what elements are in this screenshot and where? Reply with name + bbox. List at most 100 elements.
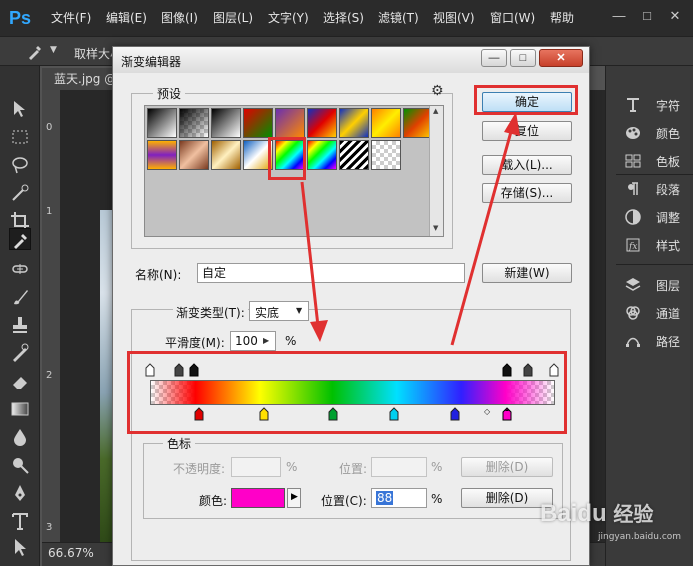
panel-styles[interactable]: fx 样式 (624, 234, 693, 256)
menu-window[interactable]: 窗口(W) (490, 10, 535, 26)
panel-paths-label: 路径 (656, 335, 681, 349)
panel-channels[interactable]: 通道 (624, 302, 693, 324)
gradient-tool-icon[interactable] (9, 398, 31, 420)
panel-color[interactable]: 颜色 (624, 122, 693, 144)
preset-swatch[interactable] (211, 140, 241, 170)
load-button[interactable]: 载入(L)... (482, 155, 572, 175)
move-tool-icon[interactable] (9, 98, 31, 120)
panel-character[interactable]: 字符 (624, 94, 693, 116)
quick-selection-tool-icon[interactable] (9, 182, 31, 204)
menu-layer[interactable]: 图层(L) (213, 10, 253, 26)
panel-layers[interactable]: 图层 (624, 274, 693, 296)
highlight-ok-button (474, 85, 578, 115)
reset-button[interactable]: 复位 (482, 121, 572, 141)
opacity-location-label: 位置: (339, 462, 368, 476)
opacity-delete-button[interactable]: 删除(D) (461, 457, 553, 477)
dialog-close-button[interactable]: ✕ (539, 49, 583, 67)
preset-swatch-selected[interactable] (307, 140, 337, 170)
tool-preset-chevron-icon[interactable]: ▼ (50, 45, 57, 55)
preset-swatch[interactable] (307, 108, 337, 138)
watermark-url: jingyan.baidu.com (598, 532, 682, 542)
color-location-input[interactable]: 88 (371, 488, 427, 508)
menu-select[interactable]: 选择(S) (323, 10, 364, 26)
preset-swatch[interactable] (179, 108, 209, 138)
smoothness-stepper-icon[interactable]: ▶ (263, 336, 269, 345)
preset-swatch[interactable] (275, 108, 305, 138)
menu-help[interactable]: 帮助 (550, 10, 574, 26)
app-close-button[interactable]: ✕ (666, 6, 684, 26)
color-menu-button[interactable]: ▶ (287, 488, 301, 508)
new-button[interactable]: 新建(W) (482, 263, 572, 283)
adjustment-icon (624, 208, 642, 226)
menu-file[interactable]: 文件(F) (51, 10, 91, 26)
scroll-down-icon[interactable]: ▼ (433, 224, 438, 232)
eyedropper-tool-icon[interactable] (9, 228, 31, 250)
stops-group-label: 色标 (163, 435, 196, 452)
color-swatch[interactable] (231, 488, 285, 508)
vertical-ruler: 0 1 2 3 (42, 90, 60, 542)
preset-swatch[interactable] (211, 108, 241, 138)
panel-channels-label: 通道 (656, 307, 681, 321)
tools-panel (0, 66, 40, 566)
smoothness-label: 平滑度(M): (165, 336, 225, 350)
zoom-level[interactable]: 66.67% (48, 546, 94, 560)
app-restore-button[interactable]: □ (638, 6, 656, 26)
panel-adjustments[interactable]: 调整 (624, 206, 693, 228)
preset-swatch[interactable] (147, 108, 177, 138)
history-brush-tool-icon[interactable] (9, 342, 31, 364)
opacity-location-input[interactable] (371, 457, 427, 477)
dialog-restore-button[interactable]: □ (510, 49, 536, 67)
color-label: 颜色: (199, 494, 228, 508)
preset-swatch[interactable] (243, 108, 273, 138)
preset-swatch[interactable] (339, 108, 369, 138)
healing-brush-tool-icon[interactable] (9, 258, 31, 280)
panel-character-label: 字符 (656, 99, 681, 113)
panel-paragraph[interactable]: 段落 (624, 178, 693, 200)
photoshop-logo: Ps (8, 8, 32, 28)
preset-swatch[interactable] (179, 140, 209, 170)
blur-tool-icon[interactable] (9, 426, 31, 448)
paths-icon (624, 332, 642, 350)
scroll-up-icon[interactable]: ▲ (433, 107, 438, 115)
dialog-minimize-button[interactable]: — (481, 49, 507, 67)
type-tool-icon[interactable] (9, 510, 31, 532)
menu-edit[interactable]: 编辑(E) (106, 10, 147, 26)
lasso-tool-icon[interactable] (9, 154, 31, 176)
panel-paragraph-label: 段落 (656, 183, 681, 197)
pen-tool-icon[interactable] (9, 482, 31, 504)
character-icon (624, 96, 642, 114)
preset-swatch[interactable] (339, 140, 369, 170)
presets-scrollbar[interactable]: ▲ ▼ (429, 106, 443, 236)
gear-icon[interactable]: ⚙ (431, 83, 444, 99)
eyedropper-options-icon[interactable] (26, 43, 44, 64)
app-minimize-button[interactable]: — (610, 6, 628, 26)
brush-tool-icon[interactable] (9, 286, 31, 308)
dodge-tool-icon[interactable] (9, 454, 31, 476)
menu-type[interactable]: 文字(Y) (268, 10, 309, 26)
menu-image[interactable]: 图像(I) (161, 10, 198, 26)
name-label: 名称(N): (135, 268, 182, 282)
dialog-titlebar[interactable]: 渐变编辑器 — □ ✕ (113, 47, 589, 73)
preset-swatch[interactable] (147, 140, 177, 170)
panel-paths[interactable]: 路径 (624, 330, 693, 352)
document-tab[interactable]: 蓝天.jpg @ (42, 68, 122, 90)
eraser-tool-icon[interactable] (9, 370, 31, 392)
panel-adjustments-label: 调整 (656, 211, 681, 225)
path-selection-tool-icon[interactable] (9, 536, 31, 558)
baidu-watermark: Baidu 经验 (540, 498, 653, 528)
clone-stamp-tool-icon[interactable] (9, 314, 31, 336)
panel-swatches[interactable]: 色板 (624, 150, 693, 172)
gradient-editor-dialog: 渐变编辑器 — □ ✕ 预设 ⚙ ▲ ▼ 确定 复位 载入(L)... 存储(S… (112, 46, 590, 566)
marquee-tool-icon[interactable] (9, 126, 31, 148)
menu-filter[interactable]: 滤镜(T) (378, 10, 419, 26)
ruler-tick: 2 (46, 370, 53, 381)
name-input[interactable]: 自定 (197, 263, 465, 283)
opacity-input[interactable] (231, 457, 281, 477)
preset-swatch[interactable] (371, 140, 401, 170)
menu-view[interactable]: 视图(V) (433, 10, 475, 26)
save-button[interactable]: 存储(S)... (482, 183, 572, 203)
preset-swatch[interactable] (371, 108, 401, 138)
watermark-sub: 经验 (613, 504, 654, 526)
gradient-type-select[interactable]: 实底 ▼ (249, 301, 309, 321)
highlight-selected-preset (268, 137, 306, 180)
